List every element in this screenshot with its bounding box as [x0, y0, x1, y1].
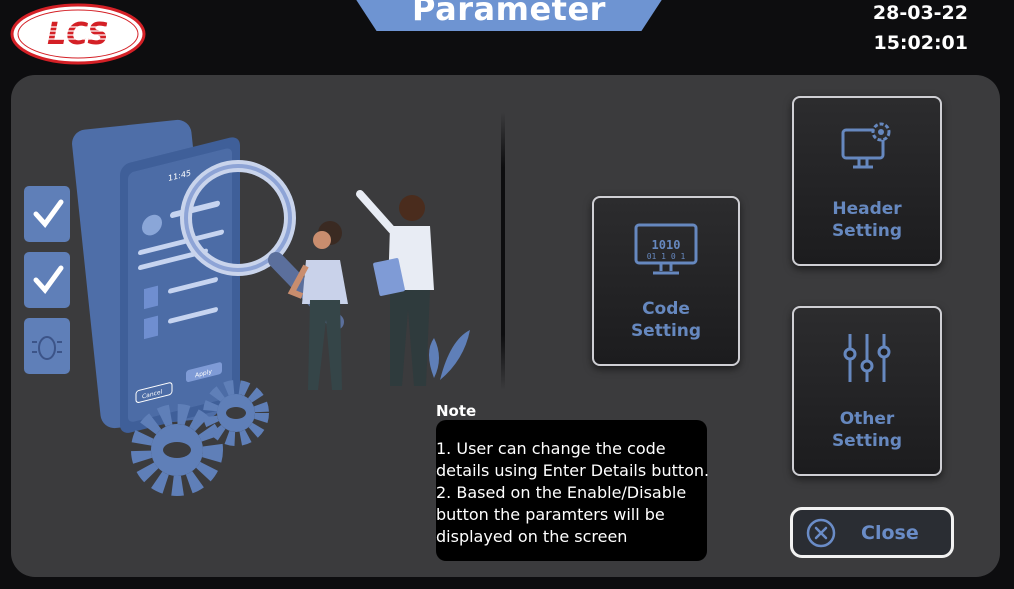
close-button[interactable]: Close [790, 507, 954, 558]
bug-icon [24, 318, 70, 374]
lcs-logo: LCS [10, 3, 146, 65]
code-setting-button[interactable]: 1010 01 1 0 1 Code Setting [592, 196, 740, 366]
note-line: details using Enter Details button. [436, 461, 710, 480]
header-setting-label: Header Setting [831, 199, 903, 241]
checkbox-icon [24, 252, 70, 308]
note-box: 1. User can change the code details usin… [436, 420, 710, 561]
note-line: button the paramters will be [436, 505, 665, 524]
svg-text:1010: 1010 [652, 238, 681, 252]
note-line: displayed on the screen [436, 527, 628, 546]
binary-monitor-icon: 1010 01 1 0 1 [634, 223, 698, 275]
other-setting-button[interactable]: Other Setting [792, 306, 942, 476]
gear-icon [131, 404, 223, 496]
parameter-illustration: 11:45 Cancel Apply [24, 119, 470, 496]
checkbox-icon [24, 186, 70, 242]
page-title: Parameter [412, 0, 606, 28]
code-setting-label: Code Setting [630, 299, 702, 341]
note-line: 1. User can change the code [436, 439, 666, 458]
person-woman [287, 221, 348, 390]
close-label: Close [861, 521, 919, 544]
gear-icon [203, 380, 269, 446]
other-setting-label: Other Setting [831, 409, 903, 451]
sliders-icon [843, 334, 891, 382]
note-title: Note [436, 402, 477, 420]
svg-text:01 1 0 1: 01 1 0 1 [647, 252, 686, 261]
monitor-gear-icon [841, 122, 891, 169]
person-man [356, 190, 434, 386]
vertical-divider [501, 112, 505, 390]
header-setting-button[interactable]: Header Setting [792, 96, 942, 266]
time-display: 15:02:01 [873, 32, 968, 54]
close-circle-icon [806, 518, 836, 547]
note-line: 2. Based on the Enable/Disable [436, 483, 687, 502]
date-display: 28-03-22 [872, 2, 968, 24]
